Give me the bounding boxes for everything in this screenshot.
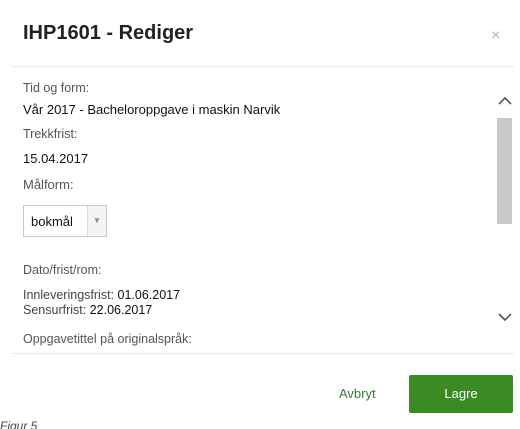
scroll-down-icon[interactable] — [496, 309, 513, 326]
sensurfrist-value: 22.06.2017 — [89, 303, 153, 317]
header-divider — [12, 66, 513, 67]
close-icon[interactable]: × — [491, 28, 500, 44]
chevron-down-icon: ▼ — [93, 216, 101, 225]
figure-caption: Figur 5 — [0, 419, 38, 429]
trekkfrist-value: 15.04.2017 — [23, 151, 89, 166]
scroll-up-icon[interactable] — [496, 93, 513, 110]
cancel-button[interactable]: Avbryt — [339, 386, 376, 401]
innleveringsfrist-value: 01.06.2017 — [117, 288, 181, 302]
dato-frist-rom-label: Dato/frist/rom: — [23, 263, 102, 277]
scroll-thumb[interactable] — [497, 118, 512, 224]
malform-label: Målform: — [23, 177, 74, 192]
dialog-title: IHP1601 - Rediger — [23, 22, 194, 44]
malform-select[interactable]: bokmål ▼ — [23, 205, 107, 237]
innleveringsfrist-row: Innleveringsfrist: 01.06.2017 — [23, 288, 180, 302]
oppgavetittel-label: Oppgavetittel på originalspråk: — [23, 332, 192, 346]
scrollbar[interactable] — [496, 82, 513, 350]
innleveringsfrist-label: Innleveringsfrist: — [23, 288, 115, 302]
tid-og-form-value: Vår 2017 - Bacheloroppgave i maskin Narv… — [23, 102, 281, 117]
tid-og-form-label: Tid og form: — [23, 81, 90, 95]
dialog-body: Tid og form: Vår 2017 - Bacheloroppgave … — [12, 68, 513, 350]
save-button[interactable]: Lagre — [409, 375, 513, 413]
edit-dialog: IHP1601 - Rediger × Tid og form: Vår 201… — [0, 0, 520, 429]
footer-divider — [12, 353, 513, 354]
malform-selected-value: bokmål — [31, 214, 73, 229]
select-dropdown-button[interactable]: ▼ — [87, 206, 106, 236]
sensurfrist-label: Sensurfrist: — [23, 303, 87, 317]
sensurfrist-row: Sensurfrist: 22.06.2017 — [23, 303, 152, 317]
trekkfrist-label: Trekkfrist: — [23, 127, 78, 141]
